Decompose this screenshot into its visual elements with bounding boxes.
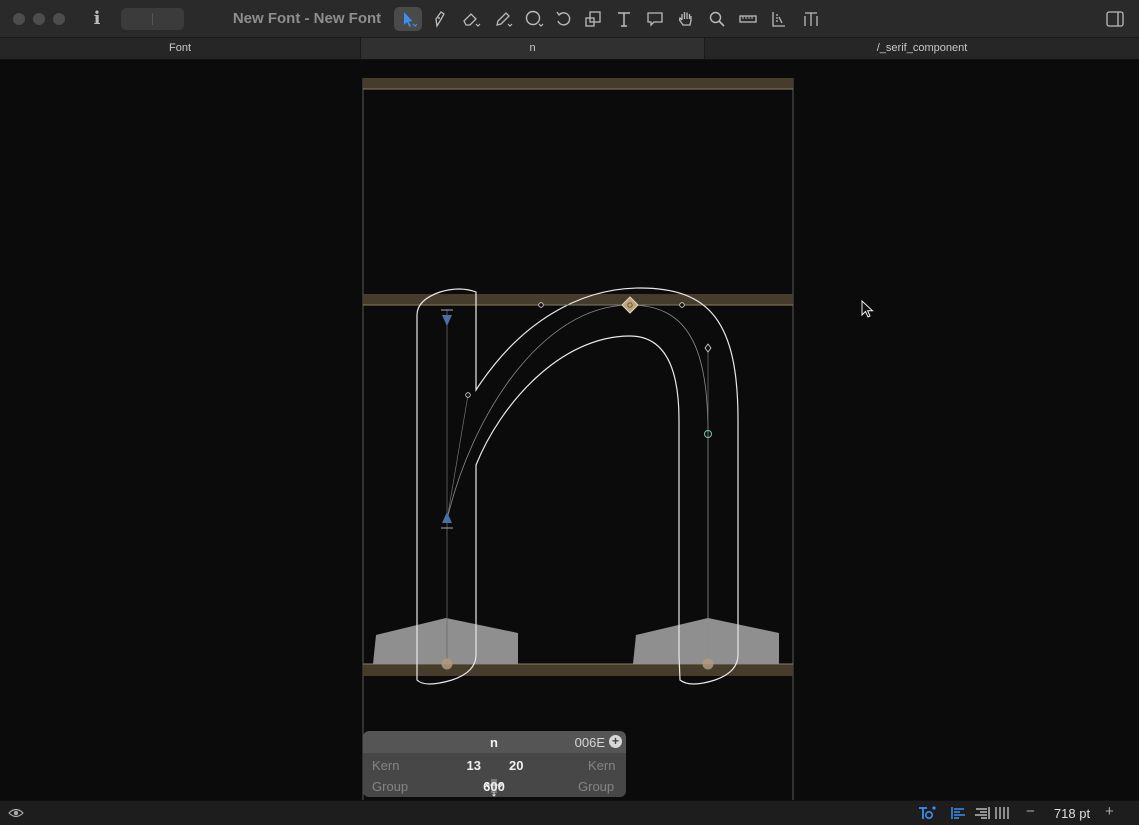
right-group-label: Group: [578, 779, 615, 794]
left-kern-value[interactable]: 13: [459, 758, 481, 773]
offcurve-handle-3[interactable]: [679, 302, 685, 308]
anchor-ruler-icon: [772, 12, 785, 27]
zoom-tool-button[interactable]: [703, 7, 731, 31]
glyph-width-value[interactable]: 600: [475, 779, 513, 794]
start-node-triangle[interactable]: [442, 315, 452, 326]
glyph-edit-canvas[interactable]: [0, 60, 1139, 800]
glyph-metrics-panel: Kern 13 20 Kern Group 600 Group: [363, 753, 626, 797]
x-height-band: [363, 294, 793, 305]
left-group-label: Group: [372, 779, 409, 794]
scale-tool-button[interactable]: [579, 7, 607, 31]
text-tool-status-icon[interactable]: [918, 805, 936, 821]
text-tool-button[interactable]: [610, 7, 638, 31]
left-kern-label: Kern: [372, 758, 400, 773]
glyph-unicode-field[interactable]: 006E: [553, 735, 605, 750]
glyph-info-header: n 006E +: [363, 731, 626, 753]
align-left-icon[interactable]: [950, 805, 968, 821]
scale-icon: [585, 11, 601, 27]
mouse-cursor-icon: [861, 300, 874, 318]
zoom-level[interactable]: 718 pt: [1050, 806, 1094, 821]
metrics-t-icon: [804, 12, 818, 26]
anchor-right-serif[interactable]: [702, 658, 714, 670]
document-tab-bar: Font n /_serif_component: [0, 38, 1139, 60]
speech-bubble-icon: [647, 12, 663, 27]
pen-nib-icon: [435, 11, 445, 28]
offcurve-handle-1[interactable]: [465, 392, 471, 398]
arrow-pointer-icon: [404, 12, 418, 27]
columns-icon[interactable]: [993, 805, 1011, 821]
eraser-icon: [463, 13, 481, 27]
align-right-icon[interactable]: [973, 805, 991, 821]
glyph-edit-view: [362, 78, 794, 800]
sidebar-icon: [1106, 11, 1124, 27]
circle-shape-icon: [525, 10, 544, 27]
metrics-tool-button[interactable]: [797, 7, 825, 31]
handle-line-1: [446, 394, 469, 521]
select-tool-button[interactable]: [394, 7, 422, 31]
window-title: New Font - New Font: [232, 10, 382, 27]
zoom-window-button[interactable]: [53, 13, 65, 25]
ascender-band: [363, 78, 793, 89]
tab-glyph-n[interactable]: n: [361, 38, 705, 59]
annotation-tool-button[interactable]: [641, 7, 669, 31]
minimize-window-button[interactable]: [33, 13, 45, 25]
hand-icon: [678, 12, 692, 26]
rotate-tool-button[interactable]: [549, 7, 577, 31]
text-t-icon: [618, 12, 630, 27]
anchor-left-serif[interactable]: [441, 658, 453, 670]
close-window-button[interactable]: [13, 13, 25, 25]
view-segmented-control[interactable]: [121, 8, 184, 30]
hand-tool-button[interactable]: [672, 7, 700, 31]
serif-component-right[interactable]: [633, 618, 779, 664]
tab-font[interactable]: Font: [0, 38, 361, 59]
sidebar-toggle-button[interactable]: [1103, 8, 1127, 30]
end-node-triangle[interactable]: [442, 512, 452, 523]
baseline-band: [363, 664, 793, 676]
right-kern-label: Kern: [588, 758, 616, 773]
tab-serif-component[interactable]: /_serif_component: [705, 38, 1139, 59]
anchor-tool-button[interactable]: [765, 7, 793, 31]
offcurve-handle-4[interactable]: [704, 343, 712, 353]
ruler-icon: [739, 15, 757, 23]
arch-skeleton-path: [446, 304, 709, 664]
eraser-tool-button[interactable]: [457, 7, 485, 31]
offcurve-handle-2[interactable]: [538, 302, 544, 308]
serif-component-left[interactable]: [373, 618, 518, 664]
info-icon[interactable]: i: [90, 9, 104, 29]
pencil-icon: [496, 12, 513, 27]
draw-tool-button[interactable]: [425, 7, 453, 31]
magnifier-icon: [709, 11, 725, 27]
status-bar: − 718 pt +: [0, 800, 1139, 825]
right-kern-value[interactable]: 20: [509, 758, 523, 773]
glyph-info-panel: n 006E + Kern 13 20 Kern Group 600 Group: [363, 731, 626, 797]
glyph-name-field[interactable]: n: [469, 735, 519, 750]
preview-eye-icon[interactable]: [8, 806, 24, 820]
shape-tool-button[interactable]: [520, 7, 548, 31]
measure-tool-button[interactable]: [734, 7, 762, 31]
zoom-in-button[interactable]: +: [1105, 803, 1114, 820]
title-bar: i New Font - New Font: [0, 0, 1139, 38]
rotate-icon: [556, 11, 571, 26]
add-unicode-icon[interactable]: +: [609, 735, 622, 748]
zoom-out-button[interactable]: −: [1026, 803, 1035, 820]
pencil-tool-button[interactable]: [489, 7, 517, 31]
